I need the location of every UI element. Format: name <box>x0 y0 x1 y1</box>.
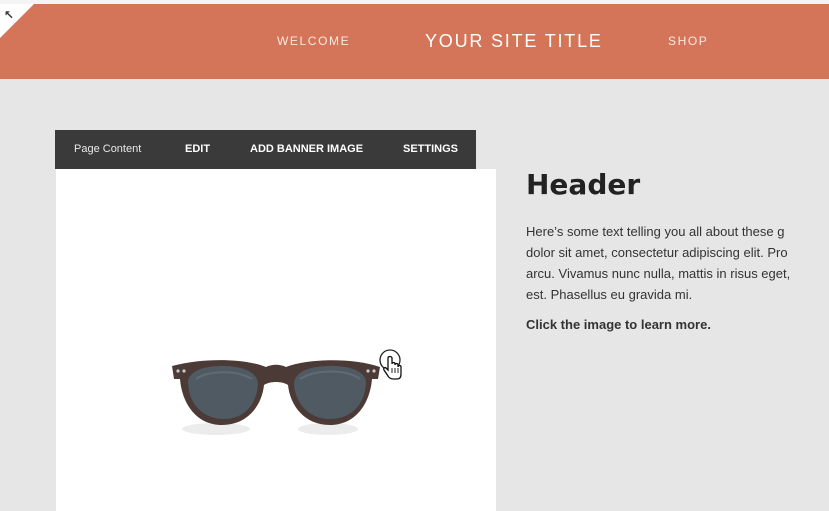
content-heading: Header <box>526 168 641 201</box>
sunglasses-image[interactable] <box>166 349 386 444</box>
nav-shop[interactable]: SHOP <box>668 4 708 79</box>
arrow-up-left-icon[interactable]: ↖ <box>4 9 14 21</box>
edit-button[interactable]: EDIT <box>185 130 210 169</box>
page-content-toolbar: Page Content EDIT ADD BANNER IMAGE SETTI… <box>55 130 476 169</box>
body-line: arcu. Vivamus nunc nulla, mattis in risu… <box>526 266 791 281</box>
body-line: Here’s some text telling you all about t… <box>526 224 785 239</box>
body-line: dolor sit amet, consectetur adipiscing e… <box>526 245 788 260</box>
site-header: WELCOME YOUR SITE TITLE SHOP <box>0 4 829 79</box>
learn-more-text: Click the image to learn more. <box>526 317 711 332</box>
image-panel[interactable] <box>56 169 496 511</box>
body-line: est. Phasellus eu gravida mi. <box>526 287 693 302</box>
nav-welcome[interactable]: WELCOME <box>277 4 350 79</box>
add-banner-image-button[interactable]: ADD BANNER IMAGE <box>250 130 363 169</box>
content-body: Here’s some text telling you all about t… <box>526 221 829 305</box>
site-title[interactable]: YOUR SITE TITLE <box>425 4 603 79</box>
settings-button[interactable]: SETTINGS <box>403 130 458 169</box>
toolbar-section-label: Page Content <box>74 143 142 155</box>
hand-pointer-icon <box>378 348 404 387</box>
